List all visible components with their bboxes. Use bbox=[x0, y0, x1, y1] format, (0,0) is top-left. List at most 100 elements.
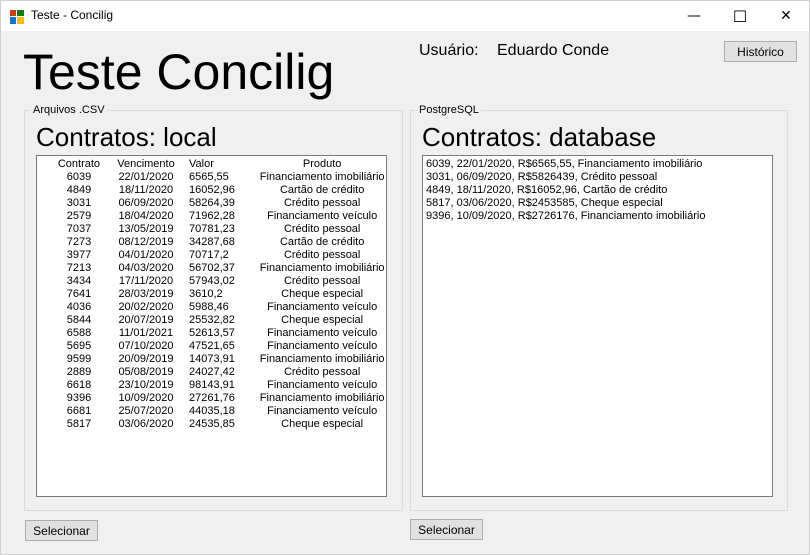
column-header-produto[interactable]: Produto bbox=[258, 158, 386, 171]
window-title: Teste - Concilig bbox=[31, 8, 114, 22]
cell-contrato: 7273 bbox=[66, 236, 92, 248]
table-row[interactable]: 7273 08/12/2019 34287,68 Cartão de crédito bbox=[49, 236, 386, 249]
db-list: 6039, 22/01/2020, R$6565,55, Financiamen… bbox=[423, 156, 772, 223]
cell-produto: Crédito pessoal bbox=[283, 249, 361, 261]
cell-produto: Cheque especial bbox=[281, 288, 364, 300]
table-row[interactable]: 4036 20/02/2020 5988,46 Financiamento veícu… bbox=[49, 301, 386, 314]
cell-produto: Financiamento veículo bbox=[267, 210, 378, 222]
cell-produto: Financiamento veículo bbox=[267, 301, 378, 313]
table-row[interactable]: 2579 18/04/2020 71962,28 Financiamento veíc… bbox=[49, 210, 386, 223]
user-label: Usuário: bbox=[419, 42, 479, 59]
maximize-icon: ☐ bbox=[732, 6, 748, 26]
cell-vencimento: 08/12/2019 bbox=[118, 236, 174, 248]
cell-produto: Crédito pessoal bbox=[283, 275, 361, 287]
cell-produto: Cheque especial bbox=[281, 418, 364, 430]
cell-produto: Financiamento imobiliário bbox=[259, 353, 385, 365]
cell-valor: 44035,18 bbox=[189, 405, 235, 417]
cell-produto: Financiamento veículo bbox=[267, 379, 378, 391]
cell-produto: Financiamento imobiliário bbox=[259, 171, 385, 183]
postgres-group-caption: PostgreSQL bbox=[417, 103, 481, 117]
cell-contrato: 4036 bbox=[66, 301, 92, 313]
table-row[interactable]: 3031 06/09/2020 58264,39 Crédito pessoal bbox=[49, 197, 386, 210]
column-header-contrato[interactable]: Contrato bbox=[49, 158, 109, 171]
cell-produto: Financiamento veículo bbox=[267, 340, 378, 352]
cell-vencimento: 06/09/2020 bbox=[118, 197, 174, 209]
cell-vencimento: 20/02/2020 bbox=[118, 301, 174, 313]
cell-produto: Cartão de crédito bbox=[279, 184, 365, 196]
cell-produto: Crédito pessoal bbox=[283, 223, 361, 235]
column-header-valor[interactable]: Valor bbox=[183, 158, 258, 171]
minimize-button[interactable]: — bbox=[671, 1, 717, 31]
list-item[interactable]: 9396, 10/09/2020, R$2726176, Financiamen… bbox=[426, 210, 772, 223]
cell-produto: Financiamento imobiliário bbox=[259, 392, 385, 404]
cell-valor: 16052,96 bbox=[189, 184, 235, 196]
table-row[interactable]: 5844 20/07/2019 25532,82 Cheque especial bbox=[49, 314, 386, 327]
list-item[interactable]: 6039, 22/01/2020, R$6565,55, Financiamen… bbox=[426, 158, 772, 171]
cell-valor: 34287,68 bbox=[189, 236, 235, 248]
table-row[interactable]: 4849 18/11/2020 16052,96 Cartão de crédito bbox=[49, 184, 386, 197]
table-row[interactable]: 9396 10/09/2020 27261,76 Financiamento imob… bbox=[49, 392, 386, 405]
list-item[interactable]: 4849, 18/11/2020, R$16052,96, Cartão de … bbox=[426, 184, 772, 197]
cell-contrato: 9396 bbox=[66, 392, 92, 404]
cell-vencimento: 11/01/2021 bbox=[118, 327, 174, 339]
table-row[interactable]: 6039 22/01/2020 6565,55 Financiamento imobi… bbox=[49, 171, 386, 184]
historico-button[interactable]: Histórico bbox=[724, 41, 797, 62]
list-item[interactable]: 3031, 06/09/2020, R$5826439, Crédito pes… bbox=[426, 171, 772, 184]
csv-header-row: Contrato Vencimento Valor Produto bbox=[49, 158, 386, 171]
cell-vencimento: 22/01/2020 bbox=[118, 171, 174, 183]
table-row[interactable]: 7037 13/05/2019 70781,23 Crédito pessoal bbox=[49, 223, 386, 236]
csv-table: Contrato Vencimento Valor Produto 6039 22… bbox=[49, 158, 386, 431]
cell-vencimento: 23/10/2019 bbox=[118, 379, 174, 391]
cell-produto: Financiamento veículo bbox=[267, 327, 378, 339]
postgres-groupbox: PostgreSQL Contratos: database 6039, 22/… bbox=[410, 103, 788, 511]
list-item[interactable]: 5817, 03/06/2020, R$2453585, Cheque espe… bbox=[426, 197, 772, 210]
cell-vencimento: 17/11/2020 bbox=[118, 275, 174, 287]
cell-contrato: 7037 bbox=[66, 223, 92, 235]
close-icon: ✕ bbox=[780, 8, 792, 24]
cell-contrato: 2889 bbox=[66, 366, 92, 378]
cell-produto: Financiamento imobiliário bbox=[259, 262, 385, 274]
cell-vencimento: 03/06/2020 bbox=[118, 418, 174, 430]
table-row[interactable]: 9599 20/09/2019 14073,91 Financiamento imob… bbox=[49, 353, 386, 366]
csv-listview[interactable]: Contrato Vencimento Valor Produto 6039 22… bbox=[36, 155, 387, 497]
cell-vencimento: 20/07/2019 bbox=[118, 314, 174, 326]
cell-valor: 27261,76 bbox=[189, 392, 235, 404]
cell-vencimento: 20/09/2019 bbox=[118, 353, 174, 365]
app-window: Teste - Concilig — ☐ ✕ Teste Concilig Us… bbox=[0, 0, 810, 555]
table-row[interactable]: 7213 04/03/2020 56702,37 Financiamento imob… bbox=[49, 262, 386, 275]
table-row[interactable]: 7641 28/03/2019 3610,2 Cheque especial bbox=[49, 288, 386, 301]
csv-heading: Contratos: local bbox=[36, 122, 217, 152]
db-listbox[interactable]: 6039, 22/01/2020, R$6565,55, Financiamen… bbox=[422, 155, 773, 497]
cell-valor: 5988,46 bbox=[189, 301, 229, 313]
cell-vencimento: 28/03/2019 bbox=[118, 288, 174, 300]
table-row[interactable]: 5695 07/10/2020 47521,65 Financiamento veíc… bbox=[49, 340, 386, 353]
table-row[interactable]: 6681 25/07/2020 44035,18 Financiamento veíc… bbox=[49, 405, 386, 418]
table-row[interactable]: 6618 23/10/2019 98143,91 Financiamento veíc… bbox=[49, 379, 386, 392]
cell-valor: 14073,91 bbox=[189, 353, 235, 365]
cell-valor: 56702,37 bbox=[189, 262, 235, 274]
cell-vencimento: 10/09/2020 bbox=[118, 392, 174, 404]
table-row[interactable]: 3977 04/01/2020 70717,2 Crédito pessoal bbox=[49, 249, 386, 262]
cell-contrato: 6039 bbox=[66, 171, 92, 183]
csv-groupbox: Arquivos .CSV Contratos: local Contrato … bbox=[24, 103, 403, 511]
table-row[interactable]: 3434 17/11/2020 57943,02 Crédito pessoal bbox=[49, 275, 386, 288]
cell-produto: Cartão de crédito bbox=[279, 236, 365, 248]
cell-contrato: 5844 bbox=[66, 314, 92, 326]
table-row[interactable]: 6588 11/01/2021 52613,57 Financiamento veíc… bbox=[49, 327, 386, 340]
cell-valor: 98143,91 bbox=[189, 379, 235, 391]
cell-vencimento: 18/04/2020 bbox=[118, 210, 174, 222]
select-db-button[interactable]: Selecionar bbox=[410, 519, 483, 540]
csv-group-caption: Arquivos .CSV bbox=[31, 103, 107, 117]
table-row[interactable]: 2889 05/08/2019 24027,42 Crédito pessoal bbox=[49, 366, 386, 379]
title-bar[interactable]: Teste - Concilig — ☐ ✕ bbox=[1, 1, 809, 31]
cell-valor: 58264,39 bbox=[189, 197, 235, 209]
cell-valor: 71962,28 bbox=[189, 210, 235, 222]
table-row[interactable]: 5817 03/06/2020 24535,85 Cheque especial bbox=[49, 418, 386, 431]
maximize-button[interactable]: ☐ bbox=[717, 1, 763, 31]
cell-contrato: 5695 bbox=[66, 340, 92, 352]
cell-valor: 70717,2 bbox=[189, 249, 229, 261]
cell-vencimento: 05/08/2019 bbox=[118, 366, 174, 378]
close-button[interactable]: ✕ bbox=[763, 1, 809, 31]
column-header-vencimento[interactable]: Vencimento bbox=[109, 158, 183, 171]
select-csv-button[interactable]: Selecionar bbox=[25, 520, 98, 541]
